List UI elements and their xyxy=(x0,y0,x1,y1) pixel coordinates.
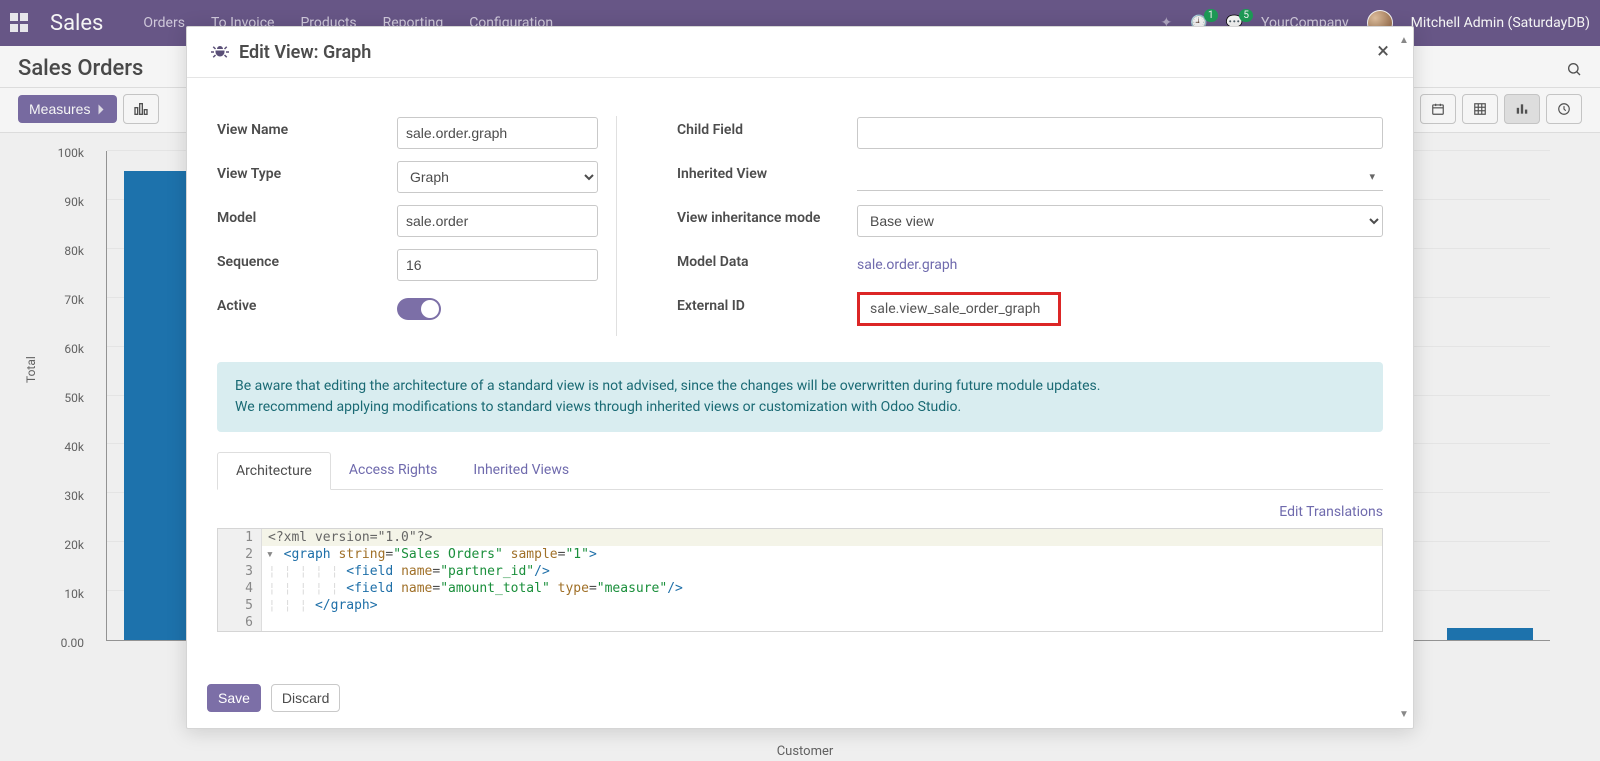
modal-title: Edit View: Graph xyxy=(239,42,371,63)
view-type-select[interactable]: Graph xyxy=(397,161,598,193)
bug-icon xyxy=(211,43,229,61)
arch-editor[interactable]: 1<?xml version="1.0"?>2▾ <graph string="… xyxy=(217,528,1383,632)
inherit-mode-select[interactable]: Base view xyxy=(857,205,1383,237)
inherit-mode-label: View inheritance mode xyxy=(677,204,857,226)
child-field-label: Child Field xyxy=(677,116,857,138)
modal-tabs: Architecture Access Rights Inherited Vie… xyxy=(217,452,1383,490)
edit-view-modal: ▲▼ Edit View: Graph × View Name View Typ… xyxy=(186,26,1414,729)
warning-callout: Be aware that editing the architecture o… xyxy=(217,362,1383,432)
inherited-view-label: Inherited View xyxy=(677,160,857,182)
inherited-view-input[interactable] xyxy=(857,163,1383,191)
sequence-label: Sequence xyxy=(217,248,397,270)
tab-architecture[interactable]: Architecture xyxy=(217,452,331,490)
external-id-value: sale.view_sale_order_graph xyxy=(857,292,1061,326)
discard-button[interactable]: Discard xyxy=(271,684,340,712)
modal-close-button[interactable]: × xyxy=(1377,41,1389,63)
view-name-input[interactable] xyxy=(397,117,598,149)
modal-overlay: ▲▼ Edit View: Graph × View Name View Typ… xyxy=(0,0,1600,761)
model-data-link[interactable]: sale.order.graph xyxy=(857,257,957,273)
tab-access-rights[interactable]: Access Rights xyxy=(331,452,456,489)
active-toggle[interactable] xyxy=(397,298,441,320)
model-input[interactable] xyxy=(397,205,598,237)
tab-inherited-views[interactable]: Inherited Views xyxy=(455,452,587,489)
view-type-label: View Type xyxy=(217,160,397,182)
child-field-input[interactable] xyxy=(857,117,1383,149)
model-label: Model xyxy=(217,204,397,226)
modal-footer: Save Discard xyxy=(187,670,1413,728)
save-button[interactable]: Save xyxy=(207,684,261,712)
model-data-label: Model Data xyxy=(677,248,857,270)
sequence-input[interactable] xyxy=(397,249,598,281)
view-name-label: View Name xyxy=(217,116,397,138)
modal-scrollbar[interactable]: ▲▼ xyxy=(1397,35,1411,720)
edit-translations-link[interactable]: Edit Translations xyxy=(217,504,1383,520)
external-id-label: External ID xyxy=(677,292,857,314)
modal-header: Edit View: Graph × xyxy=(187,27,1413,78)
active-label: Active xyxy=(217,292,397,314)
